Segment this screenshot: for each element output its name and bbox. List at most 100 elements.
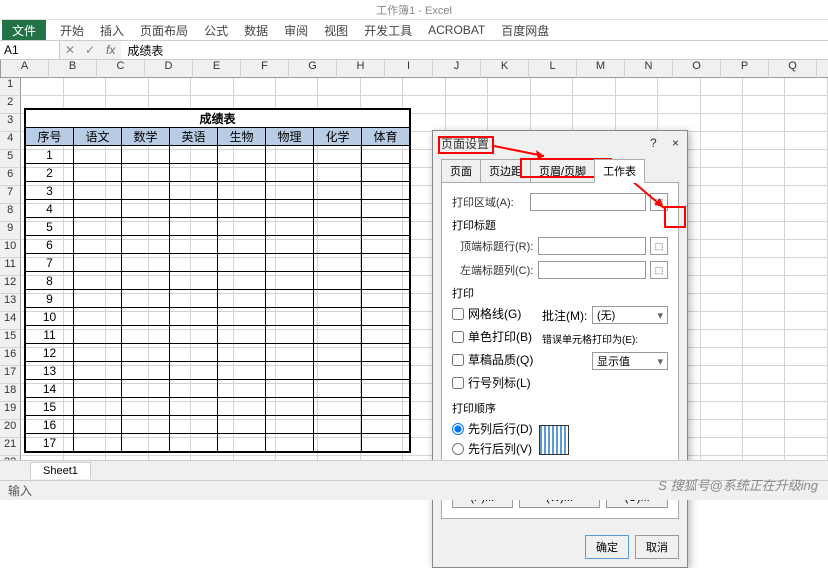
table-cell[interactable] (170, 380, 218, 398)
table-cell[interactable] (122, 434, 170, 452)
cell[interactable] (361, 78, 403, 96)
table-cell[interactable]: 5 (26, 218, 74, 236)
table-cell[interactable]: 9 (26, 290, 74, 308)
table-cell[interactable] (74, 434, 122, 452)
table-cell[interactable] (170, 344, 218, 362)
cell[interactable] (743, 132, 785, 150)
table-cell[interactable]: 3 (26, 182, 74, 200)
table-cell[interactable] (314, 290, 362, 308)
table-cell[interactable] (74, 380, 122, 398)
row-header[interactable]: 19 (0, 402, 21, 420)
table-cell[interactable] (122, 344, 170, 362)
tab-view[interactable]: 视图 (322, 22, 350, 39)
row-header[interactable]: 21 (0, 438, 21, 456)
table-cell[interactable] (170, 200, 218, 218)
dlg-tab-margins[interactable]: 页边距 (480, 159, 531, 183)
table-cell[interactable] (362, 146, 410, 164)
table-cell[interactable] (122, 218, 170, 236)
table-cell[interactable] (74, 398, 122, 416)
table-cell[interactable] (314, 164, 362, 182)
table-cell[interactable] (362, 434, 410, 452)
table-cell[interactable] (314, 434, 362, 452)
cell[interactable] (785, 258, 827, 276)
table-cell[interactable] (170, 308, 218, 326)
table-cell[interactable] (314, 398, 362, 416)
enter-icon[interactable]: ✓ (80, 43, 100, 57)
table-cell[interactable] (218, 326, 266, 344)
errors-combo[interactable]: 显示值 (592, 352, 668, 370)
cell[interactable] (743, 240, 785, 258)
row-header[interactable]: 10 (0, 240, 21, 258)
col-header[interactable]: J (433, 60, 481, 78)
table-cell[interactable] (362, 164, 410, 182)
table-cell[interactable] (266, 398, 314, 416)
cancel-button[interactable]: 取消 (635, 535, 679, 559)
col-header[interactable]: B (49, 60, 97, 78)
cell[interactable] (488, 78, 530, 96)
table-cell[interactable] (314, 380, 362, 398)
table-cell[interactable] (362, 236, 410, 254)
table-cell[interactable] (266, 254, 314, 272)
col-header[interactable]: R (817, 60, 828, 78)
cell[interactable] (701, 240, 743, 258)
col-header[interactable]: C (97, 60, 145, 78)
cell[interactable] (743, 348, 785, 366)
table-cell[interactable] (122, 398, 170, 416)
cell[interactable] (701, 438, 743, 456)
table-cell[interactable] (122, 236, 170, 254)
col-header[interactable]: Q (769, 60, 817, 78)
help-button[interactable]: ? (650, 136, 657, 150)
cell[interactable] (701, 420, 743, 438)
table-cell[interactable]: 6 (26, 236, 74, 254)
table-cell[interactable]: 16 (26, 416, 74, 434)
comments-combo[interactable]: (无) (592, 306, 668, 324)
col-header[interactable]: N (625, 60, 673, 78)
table-cell[interactable] (314, 218, 362, 236)
cell[interactable] (743, 402, 785, 420)
table-cell[interactable] (170, 218, 218, 236)
table-cell[interactable] (218, 362, 266, 380)
table-cell[interactable] (362, 272, 410, 290)
cell[interactable] (403, 78, 445, 96)
table-cell[interactable]: 13 (26, 362, 74, 380)
table-cell[interactable] (74, 326, 122, 344)
table-cell[interactable]: 11 (26, 326, 74, 344)
table-cell[interactable] (362, 416, 410, 434)
cell[interactable] (701, 276, 743, 294)
tab-insert[interactable]: 插入 (98, 22, 126, 39)
table-cell[interactable]: 10 (26, 308, 74, 326)
table-cell[interactable] (362, 326, 410, 344)
cancel-icon[interactable]: ✕ (60, 43, 80, 57)
table-cell[interactable] (170, 434, 218, 452)
table-cell[interactable]: 7 (26, 254, 74, 272)
table-cell[interactable] (122, 146, 170, 164)
col-header[interactable]: P (721, 60, 769, 78)
tab-review[interactable]: 审阅 (282, 22, 310, 39)
cell[interactable] (701, 330, 743, 348)
table-cell[interactable] (218, 182, 266, 200)
table-cell[interactable]: 1 (26, 146, 74, 164)
table-cell[interactable] (362, 200, 410, 218)
table-cell[interactable] (266, 416, 314, 434)
col-header[interactable]: G (289, 60, 337, 78)
table-cell[interactable] (218, 308, 266, 326)
cell[interactable] (743, 330, 785, 348)
table-cell[interactable] (170, 416, 218, 434)
cell[interactable] (785, 402, 827, 420)
cell[interactable] (701, 348, 743, 366)
cell[interactable] (446, 96, 488, 114)
cell[interactable] (701, 384, 743, 402)
table-cell[interactable] (74, 200, 122, 218)
cell[interactable] (658, 78, 700, 96)
cell[interactable] (743, 312, 785, 330)
col-header[interactable]: I (385, 60, 433, 78)
table-cell[interactable] (218, 146, 266, 164)
table-cell[interactable]: 2 (26, 164, 74, 182)
table-cell[interactable]: 17 (26, 434, 74, 452)
cell[interactable] (701, 222, 743, 240)
cell[interactable] (743, 420, 785, 438)
cell[interactable] (743, 294, 785, 312)
table-cell[interactable] (362, 362, 410, 380)
col-header[interactable]: M (577, 60, 625, 78)
cell[interactable] (701, 312, 743, 330)
